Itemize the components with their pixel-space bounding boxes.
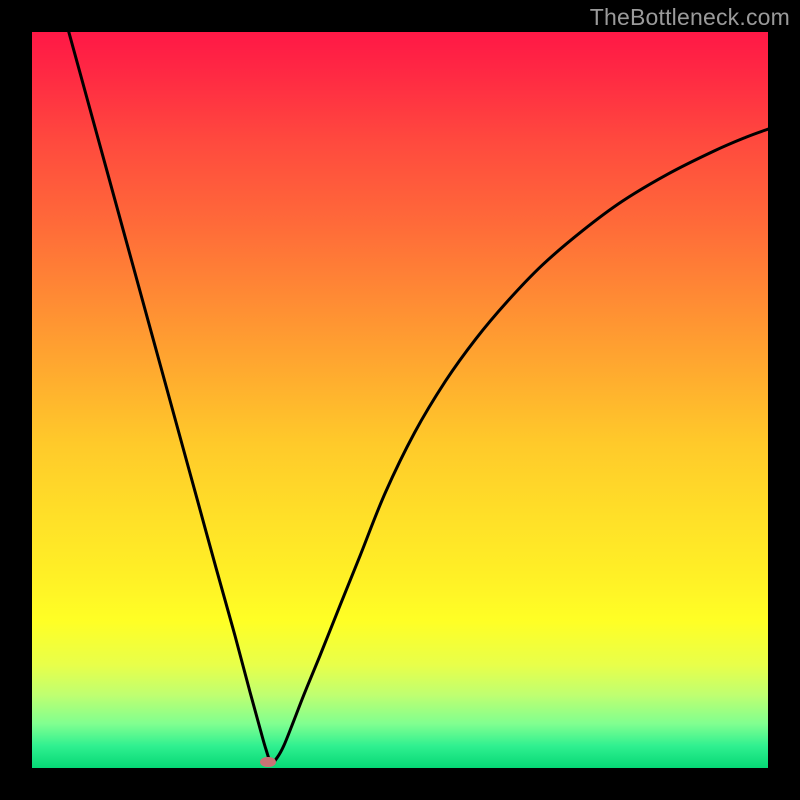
plot-area	[32, 32, 768, 768]
optimum-marker	[260, 757, 276, 767]
chart-frame: TheBottleneck.com	[0, 0, 800, 800]
bottleneck-curve	[32, 32, 768, 768]
watermark-text: TheBottleneck.com	[590, 4, 790, 31]
